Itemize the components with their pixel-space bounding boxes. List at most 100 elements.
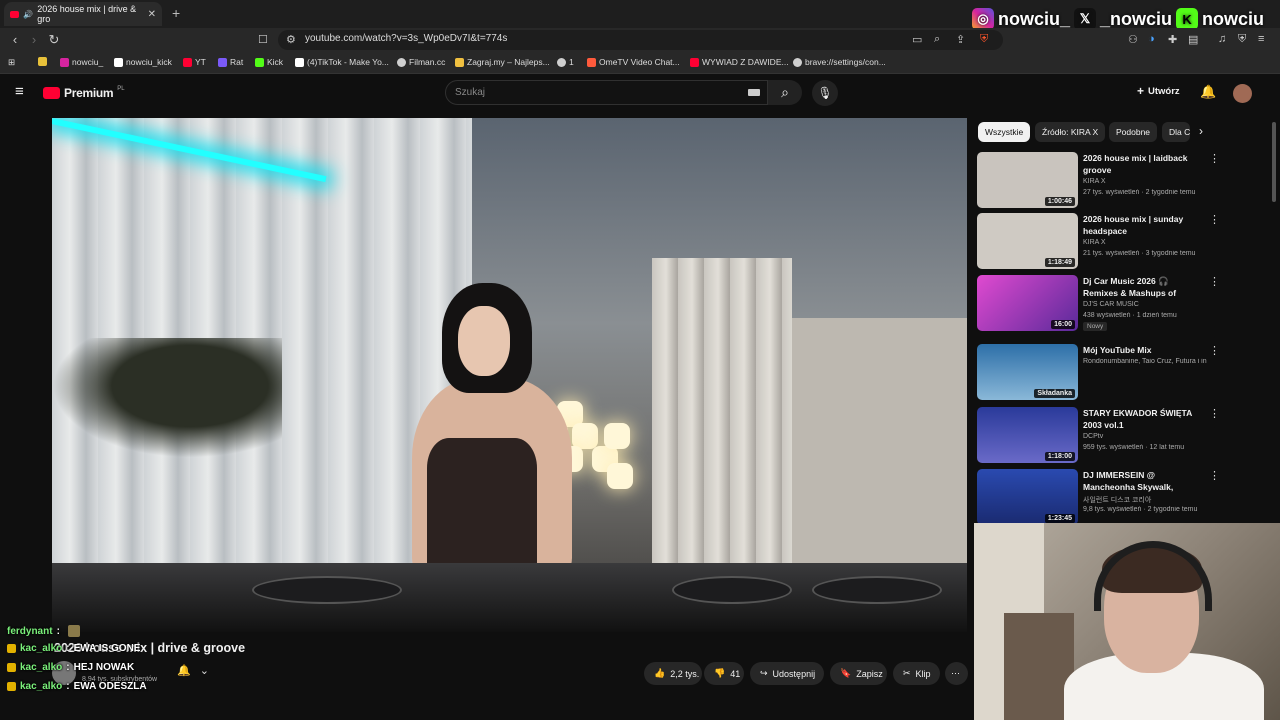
search-button[interactable]: ⌕ (768, 80, 802, 105)
chevron-right-icon[interactable]: › (1199, 124, 1203, 138)
bookmark-item[interactable]: Kick (255, 57, 283, 67)
headphones-icon (1094, 541, 1212, 611)
hamburger-menu-icon[interactable]: ≡ (15, 83, 24, 100)
speaker-icon[interactable]: 🔊 (23, 10, 33, 19)
related-meta: 959 tys. wyświetleń · 12 lat temu (1083, 444, 1185, 451)
save-button[interactable]: 🔖 Zapisz (830, 662, 887, 685)
related-channel[interactable]: Rondonumbanine, Taio Cruz, Futura i inni (1083, 358, 1207, 365)
sidebar-icon[interactable]: ▤ (1188, 33, 1198, 46)
create-button[interactable]: + Utwórz (1137, 84, 1180, 98)
video-thumbnail[interactable]: 1:18:49 (977, 213, 1078, 269)
bookmark-item[interactable]: Rat (218, 57, 243, 67)
back-icon[interactable]: ‹ (5, 32, 25, 47)
x-logo-icon (114, 57, 123, 67)
bookmark-item[interactable]: brave://settings/con... (793, 57, 886, 67)
related-channel[interactable]: DJ'S CAR MUSIC (1083, 301, 1207, 308)
related-video[interactable]: Składanka Mój YouTube Mix Rondonumbanine… (977, 344, 1267, 402)
related-meta: 438 wyświetleń · 1 dzień temu (1083, 312, 1177, 319)
media-icon[interactable]: ♫ (1218, 33, 1226, 45)
puzzle-icon[interactable]: ✚ (1168, 33, 1177, 46)
bookmark-item[interactable]: (4)TikTok - Make Yo... (295, 57, 389, 67)
menu-icon[interactable]: ≡ (1258, 33, 1264, 45)
search-input[interactable]: Szukaj (445, 80, 768, 105)
related-title[interactable]: DJ IMMERSEIN @ Mancheonha Skywalk, Danya… (1083, 469, 1205, 493)
related-video[interactable]: 1:00:46 2026 house mix | laidback groove… (977, 152, 1267, 210)
subscription-bell-button[interactable]: 🔔 ⌄ (177, 664, 221, 684)
zoom-icon[interactable]: ⌕ (934, 33, 940, 46)
browser-tab[interactable]: 🔊 2026 house mix | drive & gro ✕ (4, 2, 162, 26)
more-vert-icon[interactable]: ⋮ (1209, 407, 1220, 420)
apps-icon[interactable]: ⊞ (8, 57, 15, 68)
related-channel[interactable]: DCPtv (1083, 433, 1207, 440)
share-page-icon[interactable]: ⇪ (956, 33, 965, 46)
video-thumbnail[interactable]: 1:00:46 (977, 152, 1078, 208)
dislike-button[interactable]: 👎 41 (704, 662, 744, 685)
video-thumbnail[interactable]: 1:23:45 (977, 469, 1078, 525)
close-tab-icon[interactable]: ✕ (148, 9, 156, 20)
x-handle: _nowciu (1100, 8, 1173, 29)
forward-icon[interactable]: › (24, 32, 44, 47)
bookmark-item[interactable]: 1 (557, 57, 574, 67)
keyboard-icon[interactable] (748, 89, 760, 96)
video-player[interactable] (52, 118, 967, 632)
chip-for-you[interactable]: Dla C (1162, 122, 1190, 142)
extension-icon[interactable]: ⚇ (1128, 33, 1138, 46)
related-channel[interactable]: 사일런트 디스코 코리아 (1083, 495, 1207, 505)
url-text[interactable]: youtube.com/watch?v=3s_Wp0eDv7I&t=774s (305, 33, 507, 44)
duration-badge: 1:18:49 (1044, 258, 1075, 267)
related-video[interactable]: 1:18:49 2026 house mix | sunday headspac… (977, 213, 1267, 271)
youtube-logo[interactable]: Premium PL (43, 86, 125, 100)
more-vert-icon[interactable]: ⋮ (1209, 275, 1220, 288)
scrollbar[interactable] (1272, 122, 1276, 202)
site-info-icon[interactable]: ⚙ (286, 33, 296, 46)
bookmark-item[interactable]: nowciu_kick (114, 57, 172, 67)
related-title[interactable]: 2026 house mix | laidback groove (1083, 152, 1205, 176)
more-vert-icon[interactable]: ⋮ (1209, 152, 1220, 165)
more-vert-icon[interactable]: ⋮ (1209, 344, 1220, 357)
share-icon: ↪ (760, 668, 768, 678)
chip-source[interactable]: Źródło: KIRA X (1035, 122, 1106, 142)
instagram-icon (60, 57, 69, 67)
like-button[interactable]: 👍 2,2 tys. (644, 662, 702, 685)
bookmark-item[interactable] (38, 57, 50, 66)
related-title[interactable]: 2026 house mix | sunday headspace (1083, 213, 1205, 237)
wallet-icon[interactable]: ⛨ (1238, 33, 1246, 46)
bookmark-item[interactable]: Zagraj.my – Najleps... (455, 57, 550, 67)
related-video[interactable]: 16:00 Dj Car Music 2026 🎧 Remixes & Mash… (977, 275, 1267, 333)
more-vert-icon[interactable]: ⋮ (1209, 469, 1220, 482)
related-channel[interactable]: KIRA X (1083, 239, 1207, 246)
globe-icon (557, 57, 566, 67)
related-channel[interactable]: KIRA X (1083, 178, 1207, 185)
bookmark-item[interactable]: Filman.cc (397, 57, 445, 67)
reload-icon[interactable]: ↻ (44, 32, 64, 48)
related-title[interactable]: STARY EKWADOR ŚWIĘTA 2003 vol.1 (1083, 407, 1205, 431)
chat-username: ferdynant (7, 625, 53, 637)
bell-icon: 🔔 (177, 665, 191, 677)
share-button[interactable]: ↪ Udostępnij (750, 662, 824, 685)
related-video[interactable]: 1:18:00 STARY EKWADOR ŚWIĘTA 2003 vol.1 … (977, 407, 1267, 465)
chip-all[interactable]: Wszystkie (978, 122, 1031, 142)
voice-search-button[interactable]: 🎙 (812, 80, 838, 106)
related-video[interactable]: 1:23:45 DJ IMMERSEIN @ Mancheonha Skywal… (977, 469, 1267, 527)
video-thumbnail[interactable]: Składanka (977, 344, 1078, 400)
bookmark-icon[interactable]: ☐ (258, 33, 268, 46)
bookmark-item[interactable]: nowciu_ (60, 57, 103, 67)
notifications-bell-icon[interactable]: 🔔 (1200, 84, 1216, 100)
brave-shield-icon[interactable]: ⛨ (980, 33, 988, 46)
extension-icon[interactable]: ◑ (1148, 33, 1155, 45)
clip-button[interactable]: ✂ Klip (893, 662, 940, 685)
bookmark-item[interactable]: OmeTV Video Chat... (587, 57, 680, 67)
more-vert-icon[interactable]: ⋮ (1209, 213, 1220, 226)
related-title[interactable]: Dj Car Music 2026 🎧 Remixes & Mashups of… (1083, 275, 1205, 299)
video-thumbnail[interactable]: 16:00 (977, 275, 1078, 331)
cast-icon[interactable]: ▭ (912, 33, 922, 46)
new-tab-button[interactable]: + (172, 5, 180, 21)
bookmark-item[interactable]: WYWIAD Z DAWIDE... (690, 57, 789, 67)
bookmark-item[interactable]: YT (183, 57, 206, 67)
more-actions-button[interactable]: ⋯ (945, 662, 968, 685)
video-thumbnail[interactable]: 1:18:00 (977, 407, 1078, 463)
avatar[interactable] (1233, 84, 1252, 103)
related-title[interactable]: Mój YouTube Mix (1083, 344, 1205, 356)
chat-message: kac_alko: HEJ NOWAK (7, 662, 134, 673)
chip-similar[interactable]: Podobne (1109, 122, 1158, 142)
